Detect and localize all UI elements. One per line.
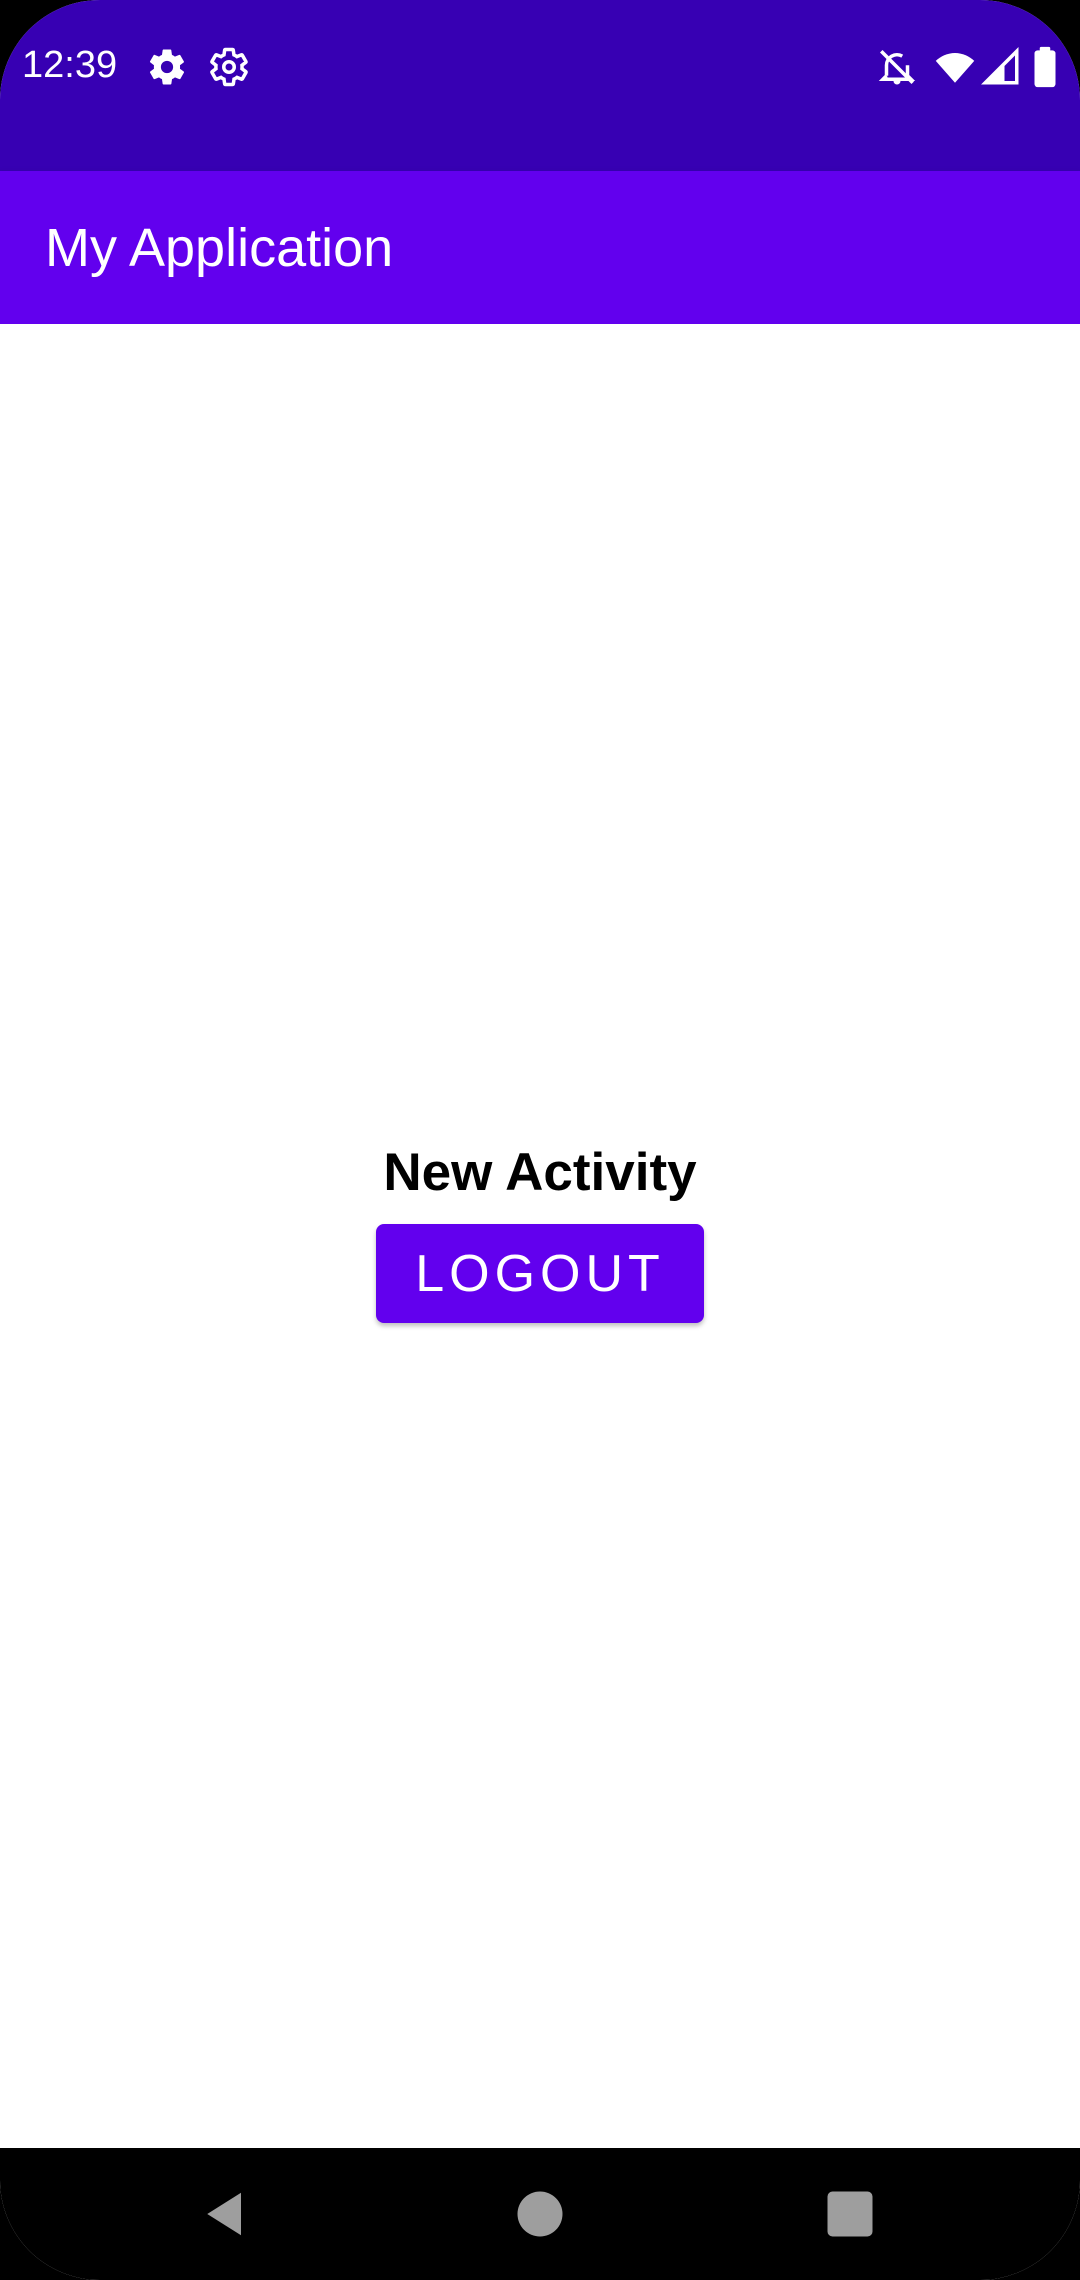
cellular-signal-icon bbox=[980, 46, 1022, 88]
activity-label: New Activity bbox=[383, 1143, 697, 1202]
home-icon[interactable] bbox=[510, 2184, 570, 2244]
settings-gear-icon bbox=[146, 46, 188, 88]
app-bar: My Application bbox=[0, 171, 1080, 324]
logout-button[interactable]: LOGOUT bbox=[376, 1224, 704, 1323]
recents-icon[interactable] bbox=[820, 2184, 880, 2244]
phone-screen: 12:39 My Application New Activity LOGOUT bbox=[0, 0, 1080, 2280]
back-icon[interactable] bbox=[196, 2184, 256, 2244]
app-title: My Application bbox=[45, 218, 394, 278]
status-bar: 12:39 bbox=[0, 0, 1080, 171]
navigation-bar bbox=[0, 2148, 1080, 2280]
battery-icon bbox=[1030, 46, 1060, 88]
status-time: 12:39 bbox=[22, 44, 118, 86]
main-content: New Activity LOGOUT bbox=[0, 324, 1080, 2148]
wifi-icon bbox=[934, 46, 976, 88]
notifications-off-icon bbox=[876, 46, 918, 88]
settings-outline-icon bbox=[208, 46, 250, 88]
